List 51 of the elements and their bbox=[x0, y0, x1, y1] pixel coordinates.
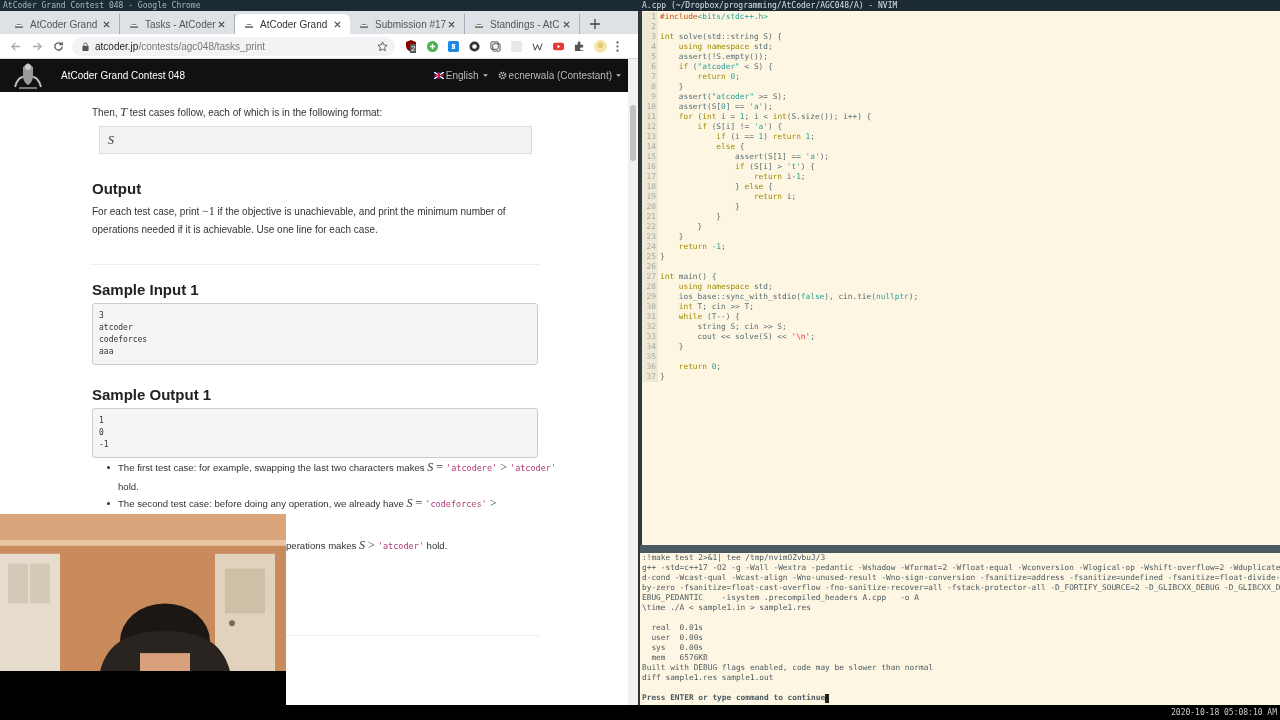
code-line: -1 bbox=[99, 439, 110, 451]
plus-icon[interactable] bbox=[427, 40, 438, 52]
copy-icon[interactable] bbox=[490, 40, 501, 52]
new-tab-icon[interactable] bbox=[590, 19, 600, 29]
close-icon[interactable] bbox=[218, 20, 225, 28]
window-title: A.cpp (~/Dropbox/programming/AtCoder/AGC048/A) - NVIM bbox=[642, 0, 898, 11]
extension-icon[interactable] bbox=[532, 40, 543, 52]
extension-icon[interactable] bbox=[469, 40, 480, 52]
close-icon[interactable] bbox=[448, 20, 455, 28]
section-heading: Sample Output 1 bbox=[92, 385, 213, 405]
window-title: AtCoder Grand Contest 048 - Google Chrome bbox=[3, 0, 201, 11]
url-text: atcoder.jp/contests/agc048/tasks_print bbox=[95, 39, 266, 54]
section-heading: Sample Input 1 bbox=[92, 280, 200, 300]
count-badge: 2 bbox=[410, 44, 417, 53]
close-icon[interactable] bbox=[103, 20, 110, 28]
tab[interactable]: AtCoder Grand bbox=[235, 14, 350, 34]
paragraph: For each test case, print −1 if the objective is unachievable, and print the minimum number of operations needed if it is achievable. Use one line for each case. bbox=[92, 203, 507, 237]
language-menu[interactable]: English bbox=[445, 68, 488, 83]
code-line: atcoder bbox=[99, 322, 134, 334]
code-line: 0 bbox=[99, 427, 105, 439]
text-cursor bbox=[825, 693, 830, 703]
scrollbar[interactable] bbox=[628, 59, 638, 705]
bullet-icon bbox=[107, 466, 110, 469]
paragraph: perations makes S > 'atcoder' hold. bbox=[286, 536, 449, 554]
settings-icon bbox=[497, 71, 507, 80]
code-line: 3 bbox=[99, 310, 105, 322]
section-heading: Output bbox=[92, 179, 143, 199]
bullet-icon bbox=[107, 502, 110, 505]
code-line: codeforces bbox=[99, 334, 149, 346]
close-icon[interactable] bbox=[563, 20, 570, 28]
math-text: S bbox=[108, 132, 114, 149]
reload-icon[interactable] bbox=[53, 40, 64, 52]
code-line: aaa bbox=[99, 346, 115, 358]
list-item: The second test case: before doing any operation, we already have S = 'codeforces' > bbox=[118, 495, 562, 514]
user-menu[interactable]: ecnerwala (Contestant) bbox=[508, 68, 621, 83]
clock: 2020-10-18 05:08:10 AM bbox=[1171, 706, 1277, 719]
caret-icon bbox=[616, 74, 621, 77]
code-line: 1 bbox=[99, 415, 105, 427]
address-bar[interactable]: atcoder.jp/contests/agc048/tasks_print bbox=[72, 36, 395, 56]
caret-icon bbox=[482, 74, 488, 77]
play-icon[interactable] bbox=[553, 40, 564, 52]
puzzle-icon[interactable] bbox=[574, 40, 585, 52]
menu-icon[interactable] bbox=[616, 40, 619, 52]
logo-drawing[interactable] bbox=[11, 60, 45, 91]
close-icon[interactable] bbox=[334, 20, 341, 28]
lock-icon bbox=[82, 41, 89, 51]
paragraph: Then, T test cases follow, each of which is in the following format: bbox=[92, 104, 384, 121]
list-item: The first test case: for example, swapping the last two characters makes S = 'atcodere' > 'atcoder' hold. bbox=[118, 459, 562, 495]
star-icon[interactable] bbox=[377, 40, 388, 52]
site-title[interactable]: AtCoder Grand Contest 048 bbox=[61, 68, 185, 83]
flag-icon bbox=[433, 72, 444, 79]
